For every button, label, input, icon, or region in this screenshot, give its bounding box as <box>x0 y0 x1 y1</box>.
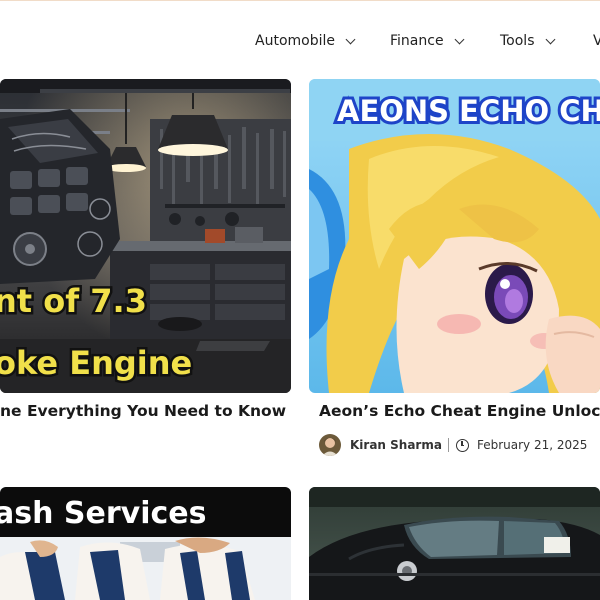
clock-icon <box>455 438 469 452</box>
author-name[interactable]: Kiran Sharma <box>350 438 442 452</box>
article-thumbnail-wash-services[interactable]: ash Services <box>0 487 291 600</box>
main-nav: Automobile Finance Tools V <box>0 0 600 80</box>
author-avatar[interactable] <box>319 434 341 456</box>
article-title[interactable]: ne Everything You Need to Know <box>0 402 291 420</box>
chevron-down-icon <box>545 34 555 44</box>
nav-item-more[interactable]: V <box>593 31 600 51</box>
article-meta: Kiran Sharma February 21, 2025 <box>319 434 587 456</box>
overlay-text-line1: nt of 7.3 <box>0 282 147 320</box>
engine-workshop-image: nt of 7.3 oke Engine <box>0 79 291 393</box>
anime-character-image: AEONS ECHO CH <box>309 79 600 393</box>
chevron-down-icon <box>345 34 356 44</box>
article-title[interactable]: Aeon’s Echo Cheat Engine Unlocking <box>319 402 600 420</box>
nav-item-finance[interactable]: Finance <box>390 31 465 51</box>
meta-divider <box>447 438 449 452</box>
nav-label: Tools <box>500 33 535 49</box>
nav-item-tools[interactable]: Tools <box>500 31 555 51</box>
banner-text: AEONS ECHO CH <box>337 94 600 128</box>
nav-label: V <box>593 33 600 49</box>
wash-services-image: ash Services <box>0 487 291 600</box>
classic-car-image <box>309 487 600 600</box>
publish-date: February 21, 2025 <box>476 438 588 452</box>
chevron-down-icon <box>454 34 465 44</box>
overlay-text-line2: oke Engine <box>0 344 192 382</box>
nav-label: Automobile <box>255 33 335 49</box>
overlay-banner-text: ash Services <box>0 496 206 531</box>
article-thumbnail-classic-car[interactable] <box>309 487 600 600</box>
article-thumbnail-engine[interactable]: nt of 7.3 oke Engine <box>0 79 291 393</box>
nav-item-automobile[interactable]: Automobile <box>255 31 356 51</box>
nav-label: Finance <box>390 33 444 49</box>
article-thumbnail-aeons-echo[interactable]: AEONS ECHO CH <box>309 79 600 393</box>
